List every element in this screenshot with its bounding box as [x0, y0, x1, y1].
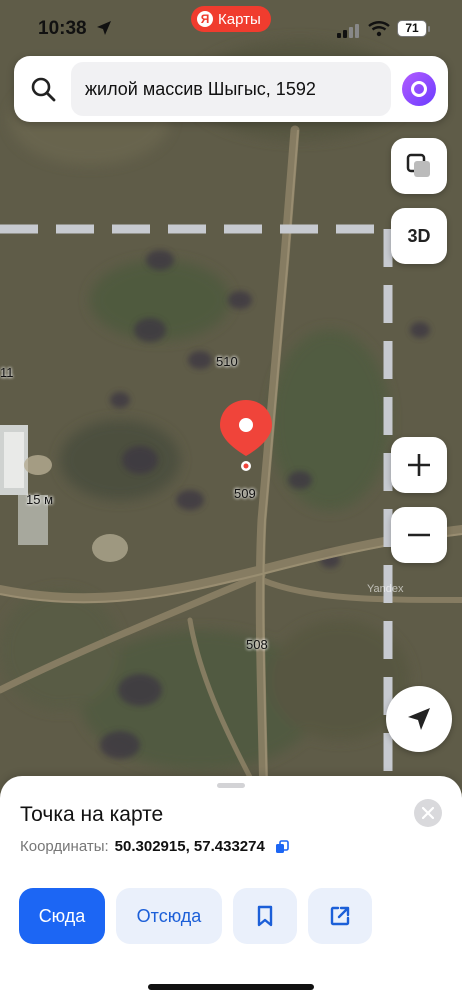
- parcel-label-509: 509: [234, 486, 256, 501]
- home-indicator: [148, 984, 314, 990]
- battery-indicator: 71: [397, 20, 430, 37]
- parcel-label-508: 508: [246, 637, 268, 652]
- parcel-label-11: 11: [0, 365, 14, 380]
- location-pin-icon[interactable]: [218, 398, 274, 476]
- brand-name: Карты: [218, 10, 261, 28]
- bookmark-icon: [257, 905, 273, 927]
- yandex-logo-icon: Я: [197, 11, 213, 27]
- copy-icon[interactable]: [275, 839, 289, 854]
- coordinates-label: Координаты:: [20, 838, 109, 855]
- bookmark-button[interactable]: [233, 888, 297, 944]
- status-time: 10:38: [38, 18, 87, 39]
- sheet-grabber[interactable]: [217, 783, 245, 788]
- layers-icon: [406, 153, 430, 177]
- close-icon: [422, 807, 434, 819]
- search-input[interactable]: жилой массив Шыгыс, 1592: [71, 62, 391, 116]
- wifi-icon: [368, 21, 390, 37]
- parcel-label-15m: 15 м: [26, 492, 54, 507]
- zoom-in-button[interactable]: [391, 437, 447, 493]
- route-from-button[interactable]: Отсюда: [116, 888, 222, 944]
- minus-icon: [408, 533, 430, 537]
- alice-voice-assistant-icon[interactable]: [402, 72, 436, 106]
- search-icon[interactable]: [30, 76, 56, 102]
- close-button[interactable]: [414, 799, 442, 827]
- coordinates-value: 50.302915, 57.433274: [114, 838, 265, 855]
- search-bar[interactable]: жилой массив Шыгыс, 1592: [14, 56, 448, 122]
- coordinates-row: Координаты: 50.302915, 57.433274: [20, 838, 289, 855]
- route-here-button[interactable]: Сюда: [19, 888, 105, 944]
- location-arrow-icon: [97, 21, 111, 35]
- parcel-label-510: 510: [216, 354, 238, 369]
- sheet-title: Точка на карте: [20, 803, 164, 826]
- 3d-toggle-button[interactable]: 3D: [391, 208, 447, 264]
- share-button[interactable]: [308, 888, 372, 944]
- navigation-arrow-icon: [408, 708, 430, 730]
- yandex-maps-brand: Я Карты: [191, 6, 271, 32]
- plus-icon: [408, 454, 430, 476]
- layers-button[interactable]: [391, 138, 447, 194]
- cellular-signal-icon: [337, 24, 359, 38]
- zoom-out-button[interactable]: [391, 507, 447, 563]
- my-location-button[interactable]: [386, 686, 452, 752]
- map-watermark: Yandex: [367, 583, 404, 595]
- share-icon: [330, 906, 350, 926]
- point-info-sheet: Точка на карте Координаты: 50.302915, 57…: [0, 776, 462, 999]
- status-bar: 10:38 Я Карты 71: [0, 0, 462, 56]
